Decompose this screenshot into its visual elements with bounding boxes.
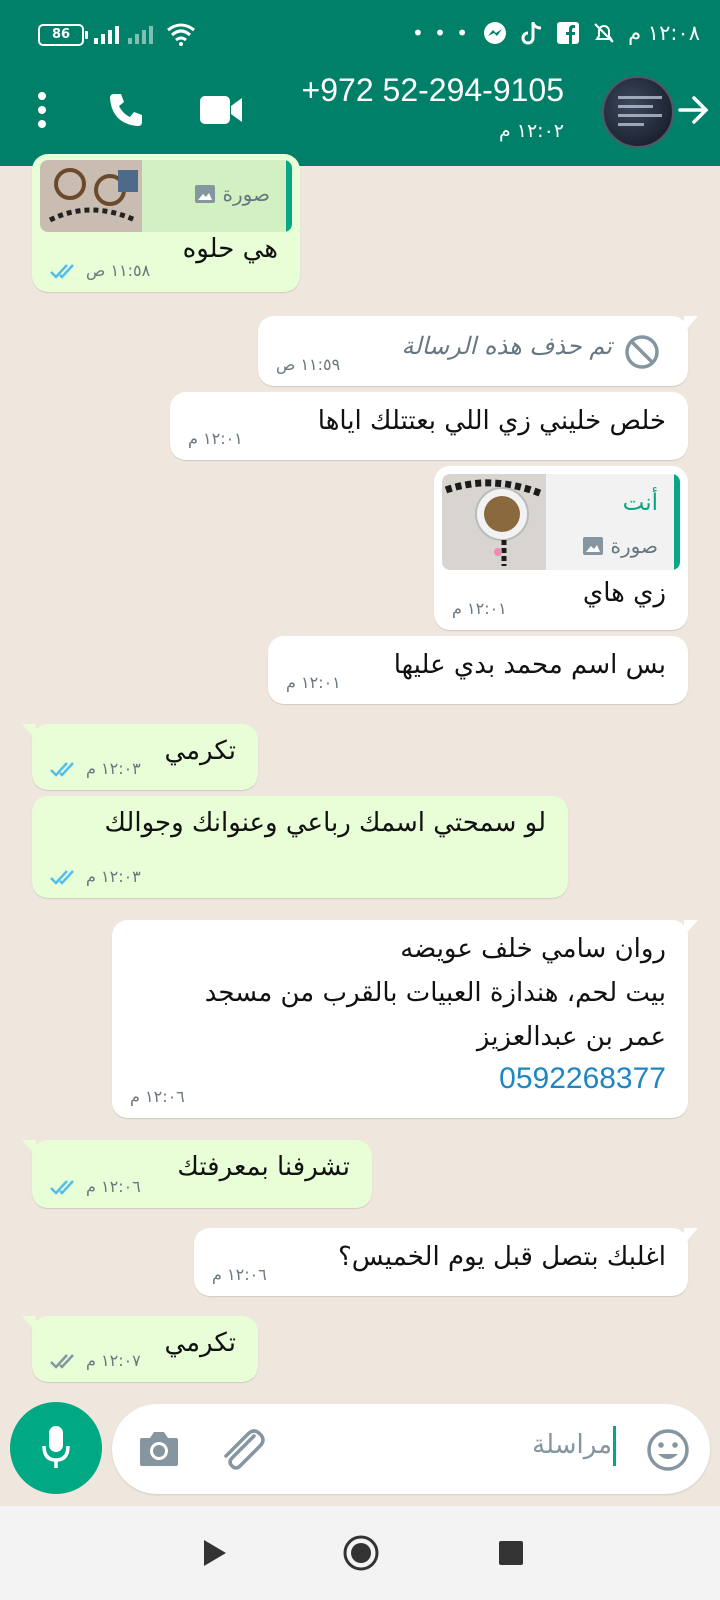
home-nav-icon[interactable] (342, 1534, 380, 1572)
message-bubble-incoming[interactable]: أنت صورة زي هاي ١٢:٠١ م (434, 466, 688, 630)
message-line: عمر بن عبدالعزيز (476, 1022, 666, 1052)
emoji-icon[interactable] (646, 1428, 690, 1472)
back-nav-icon[interactable] (202, 1538, 228, 1568)
deleted-icon (625, 335, 659, 369)
delivered-ticks-icon (50, 1353, 74, 1369)
camera-icon[interactable] (138, 1428, 180, 1468)
message-bubble-incoming[interactable]: بس اسم محمد بدي عليها ١٢:٠١ م (268, 636, 688, 704)
message-time: ١٢:٠٣ م (86, 759, 141, 778)
message-bubble-outgoing[interactable]: تكرمي ١٢:٠٧ م (22, 1316, 258, 1382)
read-ticks-icon (50, 1179, 74, 1195)
quoted-message[interactable]: أنت صورة (442, 474, 680, 570)
quote-thumbnail (442, 474, 546, 570)
more-notifications-icon: • • • (412, 21, 471, 45)
image-icon (194, 185, 215, 203)
message-text: هي حلوه (182, 234, 278, 264)
phone-number-link[interactable]: 0592268377 (499, 1062, 666, 1096)
message-text: لو سمحتي اسمك رباعي وعنوانك وجوالك (104, 808, 546, 838)
quote-type-label: صورة (222, 182, 270, 206)
attach-icon[interactable] (218, 1426, 266, 1472)
voice-call-icon[interactable] (106, 90, 146, 130)
message-time: ١١:٥٨ ص (86, 261, 151, 280)
message-line: روان سامي خلف عويضه (400, 934, 666, 964)
status-bar: 86 • • • ١٢:٠٨ م (0, 18, 720, 52)
message-time: ١٢:٠١ م (188, 429, 243, 448)
message-bubble-incoming[interactable]: خلص خليني زي اللي بعتتلك اياها ١٢:٠١ م (170, 392, 688, 460)
message-time: ١١:٥٩ ص (276, 355, 341, 374)
quote-type-label: صورة (610, 534, 658, 558)
message-time: ١٢:٠١ م (452, 599, 507, 618)
mic-icon (42, 1426, 70, 1468)
message-bubble-incoming[interactable]: روان سامي خلف عويضه بيت لحم، هندازة العب… (112, 920, 698, 1118)
chat-header: 86 • • • ١٢:٠٨ م +972 52-294-9105 ١٢:٠٢ (0, 0, 720, 166)
message-text: زي هاي (582, 578, 666, 608)
read-ticks-icon (50, 869, 74, 885)
recents-nav-icon[interactable] (498, 1540, 524, 1566)
message-input[interactable]: مراسلة (532, 1430, 612, 1460)
tiktok-icon (521, 22, 542, 45)
quoted-message[interactable]: صورة (40, 160, 292, 232)
message-bubble-outgoing[interactable]: تشرفنا بمعرفتك ١٢:٠٦ م (22, 1140, 372, 1208)
clock: ١٢:٠٨ م (628, 21, 700, 45)
message-time: ١٢:٠٧ م (86, 1351, 141, 1370)
message-bubble-outgoing[interactable]: تكرمي ١٢:٠٣ م (22, 724, 258, 790)
battery-indicator: 86 (38, 24, 88, 46)
message-text: تكرمي (164, 1328, 236, 1358)
read-ticks-icon (50, 263, 74, 279)
message-bubble-outgoing[interactable]: صورة هي حلوه ١١:٥٨ ص (32, 154, 300, 292)
signal-icon (94, 24, 119, 44)
signal-no-service-icon (128, 24, 153, 44)
menu-icon[interactable] (36, 92, 48, 128)
message-time: ١٢:٠٦ م (86, 1177, 141, 1196)
message-text: بس اسم محمد بدي عليها (393, 650, 666, 680)
message-line: بيت لحم، هندازة العبيات بالقرب من مسجد (204, 978, 666, 1008)
alarm-off-icon (594, 23, 614, 43)
quote-thumbnail (40, 160, 142, 232)
message-bubble-outgoing[interactable]: لو سمحتي اسمك رباعي وعنوانك وجوالك ١٢:٠٣… (32, 796, 568, 898)
message-composer[interactable]: مراسلة (112, 1404, 710, 1494)
contact-name[interactable]: +972 52-294-9105 (302, 72, 564, 109)
read-ticks-icon (50, 761, 74, 777)
message-text: اغلبك بتصل قبل يوم الخميس؟ (337, 1242, 666, 1272)
message-time: ١٢:٠٦ م (130, 1087, 185, 1106)
message-time: ١٢:٠٦ م (212, 1265, 267, 1284)
message-text: تشرفنا بمعرفتك (177, 1152, 350, 1182)
back-arrow-icon[interactable] (676, 92, 712, 128)
image-icon (582, 537, 603, 555)
message-text: خلص خليني زي اللي بعتتلك اياها (317, 406, 666, 436)
text-caret (613, 1426, 616, 1466)
message-time: ١٢:٠٣ م (86, 867, 141, 886)
video-call-icon[interactable] (200, 94, 244, 126)
message-text: تم حذف هذه الرسالة (401, 332, 612, 360)
facebook-icon (557, 22, 580, 44)
wifi-icon (167, 23, 195, 46)
message-time: ١٢:٠١ م (286, 673, 341, 692)
message-bubble-deleted[interactable]: تم حذف هذه الرسالة ١١:٥٩ ص (258, 316, 698, 386)
system-nav-bar (0, 1506, 720, 1600)
quote-author: أنت (622, 490, 658, 516)
avatar[interactable] (602, 76, 674, 148)
message-text: تكرمي (164, 736, 236, 766)
voice-message-button[interactable] (10, 1402, 102, 1494)
message-list[interactable]: صورة هي حلوه ١١:٥٨ ص تم حذف هذه الرسالة … (0, 154, 720, 1406)
message-bubble-incoming[interactable]: اغلبك بتصل قبل يوم الخميس؟ ١٢:٠٦ م (194, 1228, 698, 1296)
last-seen: ١٢:٠٢ م (498, 120, 564, 142)
messenger-icon (484, 22, 507, 44)
